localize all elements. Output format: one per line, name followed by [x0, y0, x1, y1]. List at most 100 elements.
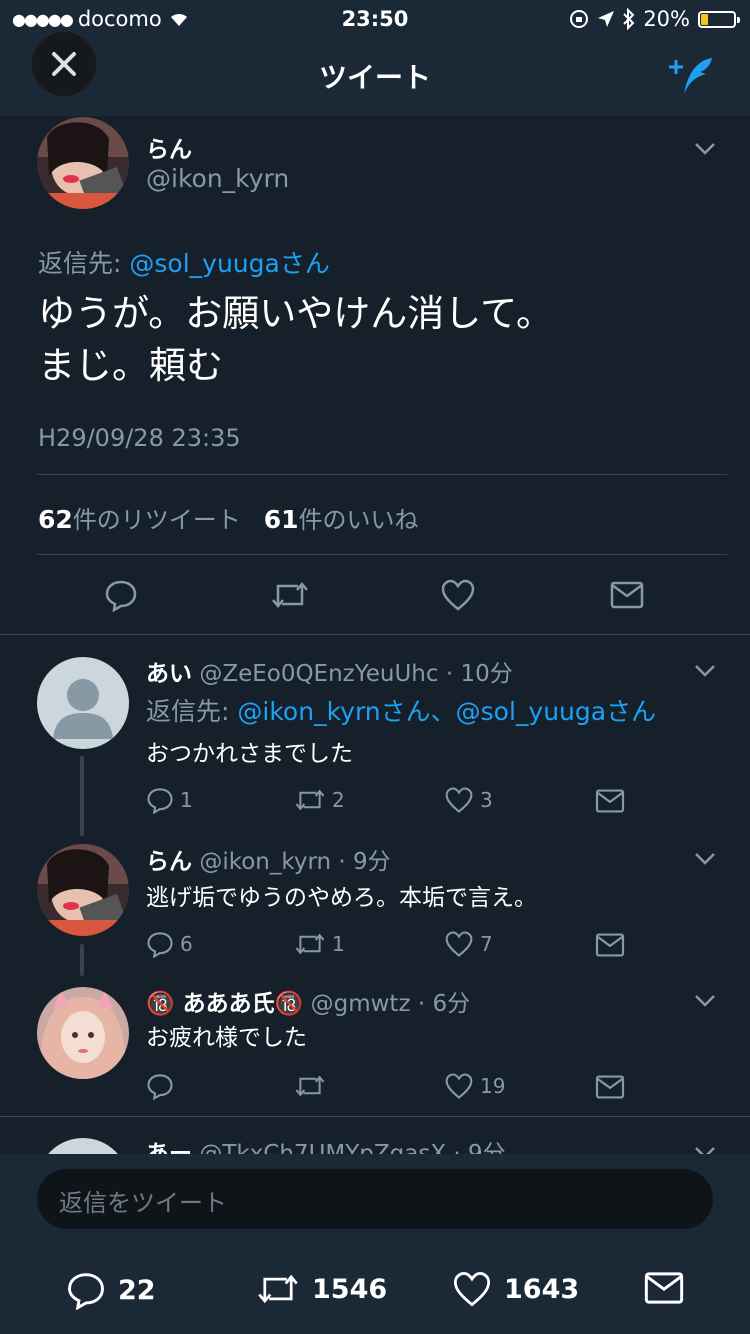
author-name[interactable]: らん [146, 130, 192, 164]
default-avatar-icon [37, 657, 129, 749]
avatar[interactable] [37, 657, 129, 749]
reply-header: あー @TkxCh7UMYpZgasX · 9分 [146, 1134, 506, 1154]
heart-icon [445, 931, 473, 957]
reply-to-label: 返信先: [146, 697, 230, 726]
heart-icon [445, 1073, 473, 1099]
avatar[interactable] [37, 1138, 129, 1154]
reply-time: · 9分 [453, 1141, 506, 1154]
reply-to-mention[interactable]: @sol_yuugaさん [129, 249, 329, 278]
retweet-icon [295, 933, 325, 955]
chevron-down-icon[interactable] [694, 852, 716, 866]
like-count: 7 [480, 932, 493, 956]
envelope-icon [610, 581, 644, 609]
location-icon [598, 11, 615, 27]
main-tweet: らん @ikon_kyrn 返信先: @sol_yuugaさん ゆうが。お願いや… [0, 116, 750, 634]
battery-icon [698, 10, 740, 28]
reply-tweet[interactable]: 🔞 あああ氏🔞 @gmwtz · 6分 お疲れ様でした 19 [0, 980, 750, 1114]
share-dm-button[interactable] [595, 1074, 625, 1100]
chevron-down-icon[interactable] [694, 664, 716, 678]
retweet-button[interactable]: 2 [294, 786, 345, 814]
reply-author-handle[interactable]: @TkxCh7UMYpZgasX [199, 1141, 446, 1154]
retweet-count: 62 [38, 505, 73, 534]
compose-quill-icon [669, 58, 712, 94]
chevron-down-icon[interactable] [694, 142, 716, 156]
share-dm-button[interactable] [610, 580, 644, 610]
tweet-stats: 62件のリツイート 61件のいいね [38, 500, 418, 535]
like-button[interactable]: 19 [444, 1072, 505, 1100]
retweet-button[interactable]: 1546 [256, 1270, 387, 1308]
like-button[interactable]: 1643 [452, 1270, 579, 1308]
author-handle[interactable]: @ikon_kyrn [146, 164, 289, 193]
reply-tweet[interactable]: あー @TkxCh7UMYpZgasX · 9分 [0, 1130, 750, 1154]
chevron-down-icon[interactable] [694, 994, 716, 1008]
like-count: 61 [263, 505, 299, 534]
reply-input[interactable]: 返信をツイート [37, 1169, 713, 1229]
reply-button[interactable]: 1 [146, 786, 193, 814]
tweet-timestamp: H29/09/28 23:35 [38, 424, 241, 452]
retweet-button[interactable]: 1 [294, 930, 345, 958]
share-dm-button[interactable] [595, 788, 625, 814]
reply-icon [105, 580, 137, 612]
reply-time: · 9分 [338, 849, 391, 875]
retweet-icon [272, 582, 308, 608]
bottom-action-bar: 22 1546 1643 [0, 1248, 750, 1334]
like-stat[interactable]: 61件のいいね [263, 505, 419, 534]
retweet-stat-label: 件のリツイート [72, 506, 241, 534]
reply-text: 逃げ垢でゆうのやめろ。本垢で言え。 [146, 885, 537, 911]
envelope-icon [595, 1075, 625, 1099]
reply-to-mention[interactable]: @ikon_kyrnさん、@sol_yuugaさん [237, 697, 656, 726]
reply-author-name[interactable]: あー [146, 1141, 192, 1154]
reply-author-handle[interactable]: @ZeEo0QEnzYeuUhc [199, 661, 438, 687]
reply-button[interactable]: 22 [66, 1270, 156, 1310]
share-dm-button[interactable] [595, 932, 625, 958]
reply-icon [68, 1273, 104, 1310]
reply-to-line: 返信先: @sol_yuugaさん [38, 244, 330, 280]
envelope-icon [595, 789, 625, 813]
avatar[interactable] [37, 844, 129, 936]
reply-tweet[interactable]: あい @ZeEo0QEnzYeuUhc · 10分 返信先: @ikon_kyr… [0, 650, 750, 830]
chevron-down-icon[interactable] [694, 1146, 716, 1154]
retweet-button[interactable] [270, 578, 310, 612]
reply-author-handle[interactable]: @ikon_kyrn [199, 849, 331, 875]
tweet-text-line: まじ。頼む [38, 344, 223, 387]
share-dm-button[interactable] [644, 1270, 684, 1306]
reply-author-name[interactable]: あい [146, 661, 192, 687]
navigation-bar: ツイート [0, 32, 750, 116]
like-button[interactable] [440, 578, 476, 612]
reply-header: らん @ikon_kyrn · 9分 [146, 842, 391, 876]
like-count: 3 [480, 788, 493, 812]
divider [37, 554, 727, 555]
retweet-icon [258, 1274, 298, 1304]
reply-button[interactable] [146, 1072, 180, 1100]
reply-header: 🔞 あああ氏🔞 @gmwtz · 6分 [146, 984, 470, 1018]
reply-author-handle[interactable]: @gmwtz [311, 991, 411, 1017]
like-button[interactable]: 3 [444, 786, 493, 814]
retweet-count: 2 [332, 788, 345, 812]
reply-author-name[interactable]: らん [146, 849, 192, 875]
avatar[interactable] [37, 987, 129, 1079]
heart-icon [453, 1272, 491, 1307]
reply-time: · 6分 [417, 991, 471, 1017]
reply-author-name[interactable]: 🔞 あああ氏🔞 [146, 991, 303, 1017]
reply-text: お疲れ様でした [146, 1025, 307, 1051]
reply-count: 6 [180, 932, 193, 956]
retweet-button[interactable] [294, 1072, 332, 1100]
reply-input-placeholder: 返信をツイート [59, 1189, 227, 1217]
like-button[interactable]: 7 [444, 930, 493, 958]
like-count: 19 [480, 1074, 506, 1098]
reply-time: · 10分 [445, 661, 513, 687]
reply-composer: 返信をツイート [0, 1154, 750, 1248]
compose-tweet-button[interactable] [668, 54, 716, 98]
reply-icon [147, 932, 173, 958]
avatar[interactable] [37, 117, 129, 209]
reply-tweet[interactable]: らん @ikon_kyrn · 9分 逃げ垢でゆうのやめろ。本垢で言え。 6 1… [0, 838, 750, 978]
retweet-stat[interactable]: 62件のリツイート [38, 505, 241, 534]
reply-button[interactable]: 6 [146, 930, 193, 958]
bluetooth-icon [623, 8, 635, 30]
envelope-icon [644, 1272, 684, 1304]
reply-button[interactable] [104, 578, 138, 612]
thread-connector [80, 944, 84, 976]
retweet-count: 1546 [312, 1273, 388, 1305]
status-right: 20% [569, 7, 740, 31]
reply-count: 22 [118, 1274, 156, 1306]
